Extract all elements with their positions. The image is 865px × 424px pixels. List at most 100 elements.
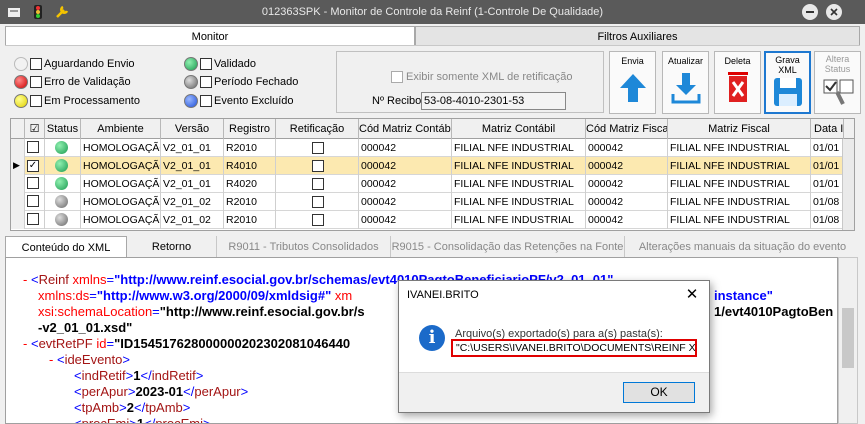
- row-select-cell[interactable]: [25, 211, 45, 229]
- row-indicator[interactable]: [11, 211, 25, 229]
- grava-xml-button[interactable]: Grava XML: [764, 51, 811, 114]
- cell-data: 01/01: [811, 157, 844, 175]
- retificacao-checkbox[interactable]: [312, 142, 324, 154]
- row-indicator[interactable]: [11, 139, 25, 157]
- header-data[interactable]: Data I: [811, 119, 844, 139]
- status-dot-icon: [55, 159, 68, 172]
- tab-retorno[interactable]: Retorno: [127, 236, 217, 258]
- legend-validado: Validado: [184, 56, 256, 72]
- ok-button[interactable]: OK: [623, 382, 695, 403]
- cell-data: 01/01: [811, 175, 844, 193]
- tab-monitor[interactable]: Monitor: [5, 26, 415, 46]
- filter-processamento-checkbox[interactable]: [30, 95, 42, 107]
- row-indicator[interactable]: [11, 193, 25, 211]
- header-select[interactable]: ☑: [25, 119, 45, 139]
- header-matriz-fiscal[interactable]: Matriz Fiscal: [668, 119, 811, 139]
- row-checkbox[interactable]: [27, 141, 39, 153]
- row-checkbox[interactable]: [27, 213, 39, 225]
- table-row[interactable]: ▶ ✓ HOMOLOGAÇÃO V2_01_01 R4010 000042 FILIAL N…: [11, 157, 854, 175]
- row-select-cell[interactable]: [25, 175, 45, 193]
- cell-matriz-contabil: FILIAL NFE INDUSTRIAL: [452, 175, 586, 193]
- header-registro[interactable]: Registro: [224, 119, 276, 139]
- retificacao-checkbox[interactable]: [312, 178, 324, 190]
- green-dot-icon: [184, 57, 198, 71]
- header-status[interactable]: Status: [45, 119, 81, 139]
- collapse-toggle[interactable]: -: [23, 272, 27, 287]
- cell-registro: R2010: [224, 139, 276, 157]
- table-row[interactable]: HOMOLOGAÇÃO V2_01_01 R4020 000042 FILIAL NFE…: [11, 175, 854, 193]
- row-checkbox[interactable]: [27, 177, 39, 189]
- altera-status-button[interactable]: Altera Status: [814, 51, 861, 114]
- checkbox-toggle-icon: [823, 79, 853, 105]
- filter-excluido-checkbox[interactable]: [200, 95, 212, 107]
- status-dot-icon: [55, 213, 68, 226]
- table-row[interactable]: HOMOLOGAÇÃO V2_01_01 R2010 000042 FILIAL NFE…: [11, 139, 854, 157]
- cell-cod-contabil: 000042: [359, 193, 452, 211]
- close-button[interactable]: [825, 3, 843, 21]
- row-select-cell[interactable]: [25, 139, 45, 157]
- atualizar-button[interactable]: Atualizar: [662, 51, 709, 114]
- envia-button[interactable]: Envia: [609, 51, 656, 114]
- xml-line-schemalocation-tail: 1/evt4010PagtoBen: [714, 304, 834, 319]
- cell-versao: V2_01_02: [161, 211, 224, 229]
- tab-conteudo-xml[interactable]: Conteúdo do XML: [5, 236, 127, 258]
- row-status-cell: [45, 139, 81, 157]
- tab-r9015[interactable]: R9015 - Consolidação das Retenções na Fo…: [391, 236, 625, 258]
- row-checkbox[interactable]: ✓: [27, 160, 39, 172]
- cell-versao: V2_01_02: [161, 193, 224, 211]
- minimize-button[interactable]: [801, 3, 819, 21]
- retificacao-checkbox[interactable]: [312, 196, 324, 208]
- collapse-toggle[interactable]: -: [23, 336, 27, 351]
- retificacao-checkbox[interactable]: [312, 214, 324, 226]
- status-dot-icon: [55, 141, 68, 154]
- xml-vertical-scrollbar[interactable]: [838, 257, 858, 424]
- yellow-dot-icon: [14, 94, 28, 108]
- exibir-retificacao-checkbox[interactable]: [391, 71, 403, 83]
- header-cod-matriz-fiscal[interactable]: Cód Matriz Fiscal: [586, 119, 668, 139]
- cell-registro: R4020: [224, 175, 276, 193]
- table-row[interactable]: HOMOLOGAÇÃO V2_01_02 R2010 000042 FILIAL NFE…: [11, 193, 854, 211]
- xml-line-ideevento: - <ideEvento>: [49, 352, 130, 367]
- recibo-field[interactable]: 53-08-4010-2301-53: [421, 92, 566, 110]
- row-retificacao-cell: [276, 157, 359, 175]
- xml-line-instance-tail: instance": [714, 288, 773, 303]
- header-versao[interactable]: Versão: [161, 119, 224, 139]
- filter-periodo-checkbox[interactable]: [200, 76, 212, 88]
- cell-matriz-fiscal: FILIAL NFE INDUSTRIAL: [668, 139, 811, 157]
- scroll-thumb[interactable]: [842, 308, 854, 368]
- table-row[interactable]: HOMOLOGAÇÃO V2_01_02 R2010 000042 FILIAL NFE…: [11, 211, 854, 229]
- tab-r9011[interactable]: R9011 - Tributos Consolidados: [217, 236, 391, 258]
- cell-data: 01/01: [811, 139, 844, 157]
- cell-ambiente: HOMOLOGAÇÃO: [81, 157, 161, 175]
- row-indicator-header: [11, 119, 25, 139]
- cell-versao: V2_01_01: [161, 139, 224, 157]
- filter-erro-checkbox[interactable]: [30, 76, 42, 88]
- cell-ambiente: HOMOLOGAÇÃO: [81, 175, 161, 193]
- grid-vertical-scrollbar[interactable]: [842, 139, 854, 230]
- row-indicator[interactable]: ▶: [11, 157, 25, 175]
- collapse-toggle[interactable]: -: [49, 352, 53, 367]
- dialog-close-button[interactable]: ✕: [684, 287, 700, 303]
- row-retificacao-cell: [276, 193, 359, 211]
- xml-line-schemalocation: xsi:schemaLocation="http://www.reinf.eso…: [38, 304, 365, 319]
- filter-validado-checkbox[interactable]: [200, 58, 212, 70]
- cell-cod-fiscal: 000042: [586, 193, 668, 211]
- row-checkbox[interactable]: [27, 195, 39, 207]
- header-retificacao[interactable]: Retificação: [276, 119, 359, 139]
- dialog-body: i Arquivo(s) exportado(s) para a(s) past…: [399, 309, 709, 372]
- header-matriz-contabil[interactable]: Matriz Contábil: [452, 119, 586, 139]
- filter-aguardando-checkbox[interactable]: [30, 58, 42, 70]
- upload-arrow-icon: [619, 74, 646, 102]
- deleta-button[interactable]: Deleta: [714, 51, 761, 114]
- retificacao-checkbox[interactable]: [312, 160, 324, 172]
- tab-alteracoes-manuais[interactable]: Alterações manuais da situação do evento: [625, 236, 860, 258]
- trash-icon: [727, 72, 748, 102]
- exibir-retificacao-option[interactable]: Exibir somente XML de retificação: [391, 71, 573, 83]
- header-cod-matriz-contabil[interactable]: Cód Matriz Contábil: [359, 119, 452, 139]
- row-indicator[interactable]: [11, 175, 25, 193]
- tab-filtros-auxiliares[interactable]: Filtros Auxiliares: [415, 26, 860, 46]
- header-ambiente[interactable]: Ambiente: [81, 119, 161, 139]
- row-select-cell[interactable]: ✓: [25, 157, 45, 175]
- cell-cod-contabil: 000042: [359, 139, 452, 157]
- row-select-cell[interactable]: [25, 193, 45, 211]
